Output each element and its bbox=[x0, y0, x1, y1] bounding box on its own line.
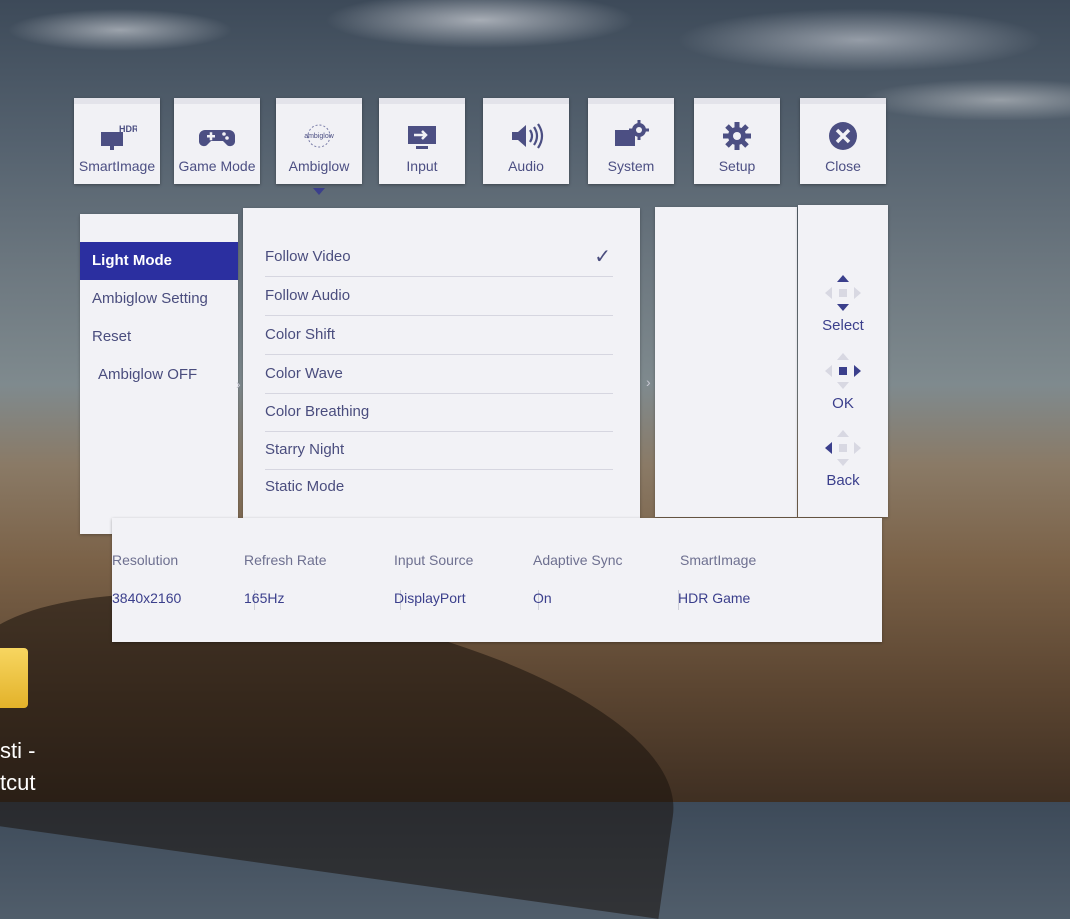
status-value-refresh-rate: 165Hz bbox=[244, 590, 285, 606]
ambiglow-logo-text: ambiglow bbox=[304, 133, 335, 140]
option-follow-video[interactable]: Follow Video ✓ bbox=[265, 238, 613, 277]
chevron-right-icon: › bbox=[236, 376, 241, 392]
tab-input[interactable]: Input bbox=[379, 98, 465, 184]
sub-options-panel bbox=[655, 207, 797, 517]
tab-label: Close bbox=[825, 158, 861, 174]
desktop-shortcut-label-1: sti - bbox=[0, 738, 36, 763]
tab-label: System bbox=[607, 158, 655, 174]
tab-ambiglow[interactable]: ambiglow Ambiglow bbox=[276, 98, 362, 184]
nav-back: Back bbox=[798, 426, 888, 489]
tab-audio[interactable]: Audio bbox=[483, 98, 569, 184]
tab-setup[interactable]: Setup bbox=[694, 98, 780, 184]
option-follow-audio[interactable]: Follow Audio bbox=[265, 277, 613, 316]
desktop-shortcut-label-2: tcut bbox=[0, 770, 36, 795]
speaker-icon bbox=[512, 123, 544, 149]
system-gear-icon bbox=[615, 120, 649, 146]
menu-item-ambiglow-off[interactable]: Ambiglow OFF bbox=[80, 356, 238, 394]
status-header-adaptive-sync: Adaptive Sync bbox=[533, 552, 623, 568]
option-color-shift[interactable]: Color Shift bbox=[265, 316, 613, 355]
nav-back-label: Back bbox=[826, 472, 860, 489]
status-header-input-source: Input Source bbox=[394, 552, 474, 568]
ambiglow-logo-icon: ambiglow bbox=[304, 124, 335, 148]
navigation-hints: Select OK Back bbox=[798, 205, 888, 517]
tab-label: Audio bbox=[508, 158, 544, 174]
option-color-breathing[interactable]: Color Breathing bbox=[265, 393, 613, 432]
status-header-refresh-rate: Refresh Rate bbox=[244, 552, 327, 568]
nav-ok-label: OK bbox=[832, 395, 854, 412]
tab-close[interactable]: Close bbox=[800, 98, 886, 184]
checkmark-icon: ✓ bbox=[594, 246, 611, 268]
dpad-back-icon bbox=[825, 430, 861, 466]
option-color-wave[interactable]: Color Wave bbox=[265, 355, 613, 394]
option-starry-night[interactable]: Starry Night bbox=[265, 431, 613, 470]
tab-system[interactable]: System bbox=[588, 98, 674, 184]
option-label: Follow Video bbox=[265, 248, 351, 265]
tab-label: Game Mode bbox=[178, 158, 256, 174]
tab-smartimage[interactable]: HDR SmartImage bbox=[74, 98, 160, 184]
dpad-up-down-icon bbox=[825, 275, 861, 311]
nav-ok: OK bbox=[798, 349, 888, 412]
nav-select: Select bbox=[798, 271, 888, 334]
gamepad-icon bbox=[199, 130, 235, 147]
hdr-badge: HDR bbox=[119, 124, 137, 134]
status-header-smartimage: SmartImage bbox=[680, 552, 757, 568]
tab-label: Input bbox=[406, 158, 438, 174]
input-icon bbox=[408, 126, 436, 149]
active-tab-indicator bbox=[313, 188, 325, 195]
status-value-resolution: 3840x2160 bbox=[112, 590, 182, 606]
nav-select-label: Select bbox=[822, 317, 864, 334]
hdr-display-icon: HDR bbox=[101, 124, 137, 150]
tab-label: Ambiglow bbox=[288, 158, 350, 174]
menu-item-reset[interactable]: Reset bbox=[80, 318, 238, 356]
close-icon bbox=[829, 122, 857, 150]
dpad-ok-icon bbox=[825, 353, 861, 389]
gear-icon bbox=[723, 122, 751, 150]
tab-game-mode[interactable]: Game Mode bbox=[174, 98, 260, 184]
status-header-resolution: Resolution bbox=[112, 552, 179, 568]
options-panel: Follow Video ✓ Follow Audio Color Shift … bbox=[243, 208, 640, 518]
status-value-adaptive-sync: On bbox=[533, 590, 552, 606]
left-menu: Light Mode Ambiglow Setting Reset Ambigl… bbox=[80, 214, 238, 534]
chevron-right-icon: › bbox=[646, 374, 651, 390]
desktop-shortcut-icon[interactable] bbox=[0, 648, 28, 708]
status-value-smartimage: HDR Game bbox=[678, 590, 751, 606]
option-static-mode[interactable]: Static Mode bbox=[265, 468, 613, 506]
tab-label: Setup bbox=[718, 158, 756, 174]
tab-label: SmartImage bbox=[78, 158, 156, 174]
menu-item-ambiglow-setting[interactable]: Ambiglow Setting bbox=[80, 280, 238, 318]
status-bar: Resolution 3840x2160 Refresh Rate 165Hz … bbox=[112, 518, 882, 642]
menu-item-light-mode[interactable]: Light Mode bbox=[80, 242, 238, 280]
status-value-input-source: DisplayPort bbox=[394, 590, 466, 606]
